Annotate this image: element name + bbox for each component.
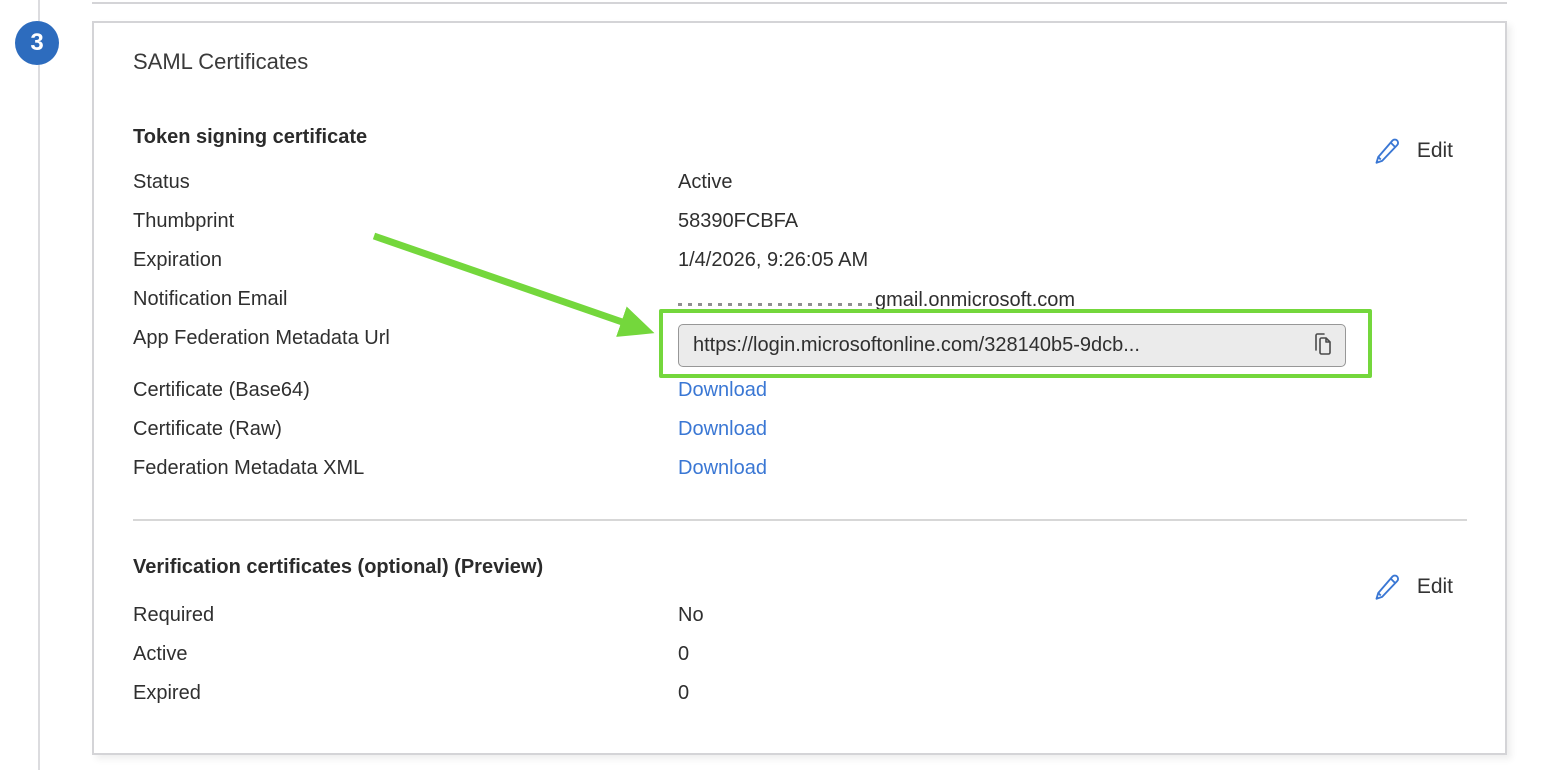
federation-metadata-xml-download-link[interactable]: Download [678, 457, 767, 480]
saml-certificates-card: SAML Certificates Token signing certific… [92, 21, 1507, 755]
expiration-label: Expiration [133, 249, 222, 272]
status-value: Active [678, 171, 732, 194]
edit-button-label: Edit [1417, 575, 1453, 599]
notification-email-row: Notification Email gmail.onmicrosoft.com [133, 288, 1469, 316]
previous-card-bottom-border [92, 2, 1507, 4]
required-value: No [678, 604, 704, 627]
certificate-raw-download-link[interactable]: Download [678, 418, 767, 441]
notification-email-label: Notification Email [133, 288, 288, 311]
certificate-base64-label: Certificate (Base64) [133, 379, 310, 402]
certificate-raw-row: Certificate (Raw) Download [133, 418, 1469, 446]
certificate-base64-download-link[interactable]: Download [678, 379, 767, 402]
section-divider [133, 519, 1467, 521]
expiration-row: Expiration 1/4/2026, 9:26:05 AM [133, 249, 1469, 277]
edit-token-signing-certificate-button[interactable]: Edit [1371, 135, 1453, 167]
step-3-badge: 3 [15, 21, 59, 65]
notification-email-value: gmail.onmicrosoft.com [678, 288, 1075, 312]
certificate-raw-label: Certificate (Raw) [133, 418, 282, 441]
copy-to-clipboard-button[interactable] [1312, 331, 1334, 360]
pencil-icon [1371, 135, 1401, 167]
federation-metadata-xml-row: Federation Metadata XML Download [133, 457, 1469, 485]
expired-row: Expired 0 [133, 682, 1469, 710]
app-federation-metadata-url-field[interactable]: https://login.microsoftonline.com/328140… [678, 324, 1346, 367]
verification-certificates-heading: Verification certificates (optional) (Pr… [133, 556, 543, 579]
expired-value: 0 [678, 682, 689, 705]
active-label: Active [133, 643, 187, 666]
status-row: Status Active [133, 171, 1469, 199]
status-label: Status [133, 171, 190, 194]
expired-label: Expired [133, 682, 201, 705]
active-row: Active 0 [133, 643, 1469, 671]
thumbprint-label: Thumbprint [133, 210, 234, 233]
app-federation-metadata-url-value: https://login.microsoftonline.com/328140… [693, 334, 1302, 357]
expiration-value: 1/4/2026, 9:26:05 AM [678, 249, 868, 272]
step-timeline-line [38, 0, 40, 770]
federation-metadata-xml-label: Federation Metadata XML [133, 457, 364, 480]
token-signing-certificate-heading: Token signing certificate [133, 126, 367, 149]
app-federation-metadata-url-label: App Federation Metadata Url [133, 327, 390, 350]
thumbprint-value: 58390FCBFA [678, 210, 801, 239]
redacted-email-prefix [678, 288, 874, 306]
email-visible-suffix: gmail.onmicrosoft.com [875, 289, 1075, 311]
card-title: SAML Certificates [133, 49, 308, 75]
edit-button-label: Edit [1417, 139, 1453, 163]
certificate-base64-row: Certificate (Base64) Download [133, 379, 1469, 407]
required-row: Required No [133, 604, 1469, 632]
saml-sso-configuration-screen: 3 SAML Certificates Token signing certif… [0, 0, 1542, 770]
thumbprint-row: Thumbprint 58390FCBFA [133, 210, 1469, 238]
edit-verification-certificates-button[interactable]: Edit [1371, 571, 1453, 603]
required-label: Required [133, 604, 214, 627]
pencil-icon [1371, 571, 1401, 603]
step-number: 3 [30, 29, 43, 57]
copy-icon [1312, 331, 1334, 360]
active-value: 0 [678, 643, 689, 666]
